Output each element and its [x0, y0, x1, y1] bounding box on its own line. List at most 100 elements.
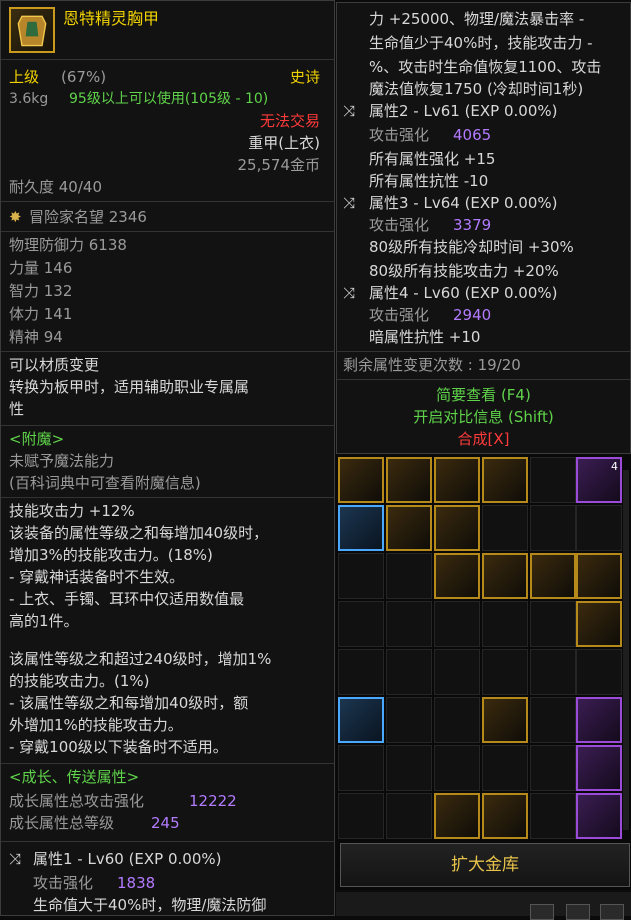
- shuffle-icon: ⤨: [9, 850, 22, 868]
- inventory-slot-item[interactable]: [576, 601, 622, 647]
- remaining-changes: 剩余属性变更次数 : 19/20: [343, 356, 521, 374]
- compare-line: 生命值少于40%时，技能攻击力 -: [369, 34, 593, 52]
- attr3-atk-value: 3379: [453, 216, 492, 234]
- inventory-slot-empty[interactable]: [530, 697, 576, 743]
- inventory-slot-item[interactable]: [434, 457, 480, 503]
- inventory-slot-empty[interactable]: [482, 505, 528, 551]
- compare-line: 力 +25000、物理/魔法暴击率 -: [369, 10, 585, 28]
- item-grade: 上级: [9, 68, 40, 86]
- inventory-slot-item[interactable]: [482, 793, 528, 839]
- shuffle-icon: ⤨: [343, 102, 356, 120]
- shuffle-icon: ⤨: [343, 194, 356, 212]
- inventory-slot-empty[interactable]: [530, 649, 576, 695]
- attr1-atk-value: 1838: [117, 874, 156, 892]
- inventory-slot-empty[interactable]: [338, 745, 384, 791]
- inventory-slot-item[interactable]: [482, 553, 528, 599]
- inventory-slot-item[interactable]: [576, 793, 622, 839]
- attr2-atk-label: 攻击强化: [369, 126, 430, 144]
- inventory-slot-empty[interactable]: [338, 649, 384, 695]
- inventory-slot-item[interactable]: [338, 505, 384, 551]
- search-icon[interactable]: [530, 904, 554, 920]
- item-chest-armor-icon: [9, 7, 55, 53]
- inventory-slot-item[interactable]: [530, 553, 576, 599]
- inventory-slot-empty[interactable]: [338, 553, 384, 599]
- inventory-slot-empty[interactable]: [530, 745, 576, 791]
- attr3-extra: 80级所有技能攻击力 +20%: [369, 262, 559, 280]
- growth-total-label: 成长属性总攻击强化: [9, 792, 145, 810]
- compare-line: 魔法值恢复1750 (冷却时间1秒): [369, 80, 584, 98]
- shuffle-icon: ⤨: [343, 284, 356, 302]
- inventory-slot-empty[interactable]: [530, 457, 576, 503]
- inventory-slot-empty[interactable]: [386, 649, 432, 695]
- expand-vault-button[interactable]: 扩大金库: [340, 843, 630, 887]
- attr1-desc: 生命值大于40%时，物理/魔法防御: [33, 896, 267, 914]
- inventory-slot-empty[interactable]: [434, 601, 480, 647]
- skill-desc-line: 外增加1%的技能攻击力。: [9, 716, 183, 734]
- inventory-slot-empty[interactable]: [482, 601, 528, 647]
- inventory-slot-empty[interactable]: [434, 745, 480, 791]
- inventory-slot-empty[interactable]: [338, 601, 384, 647]
- item-grade-percent: (67%): [61, 68, 107, 86]
- stat-vitality: 体力 141: [9, 305, 73, 323]
- close-icon[interactable]: [600, 904, 624, 920]
- inventory-slot-item[interactable]: [386, 457, 432, 503]
- item-durability: 耐久度 40/40: [9, 178, 102, 196]
- material-change-desc-2: 性: [9, 400, 25, 418]
- compare-line: %、攻击时生命值恢复1100、攻击: [369, 58, 602, 76]
- inventory-slot-item[interactable]: [434, 505, 480, 551]
- inventory-slot-empty[interactable]: [482, 745, 528, 791]
- inventory-slot-item[interactable]: [338, 457, 384, 503]
- inventory-slot-empty[interactable]: [386, 697, 432, 743]
- stat-spirit: 精神 94: [9, 328, 63, 346]
- material-change: 可以材质变更: [9, 356, 100, 374]
- inventory-slot-item[interactable]: [576, 745, 622, 791]
- inventory-slot-item[interactable]: [434, 553, 480, 599]
- inventory-slot-item[interactable]: [576, 553, 622, 599]
- inventory-slot-empty[interactable]: [386, 793, 432, 839]
- attr4-atk-label: 攻击强化: [369, 306, 430, 324]
- item-price: 25,574金币: [237, 156, 321, 174]
- adventure-fame-icon: ✸: [9, 208, 22, 226]
- inventory-slot-item[interactable]: [434, 793, 480, 839]
- item-weight: 3.6kg: [9, 91, 49, 107]
- attr2-extra: 所有属性抗性 -10: [369, 172, 489, 190]
- inventory-slot-item[interactable]: [576, 697, 622, 743]
- inventory-slot-item[interactable]: 4: [576, 457, 622, 503]
- inventory-slot-empty[interactable]: [482, 649, 528, 695]
- open-compare-link[interactable]: 开启对比信息 (Shift): [337, 407, 630, 427]
- enchant-hint: (百科词典中可查看附魔信息): [9, 474, 201, 492]
- inventory-slot-item[interactable]: [482, 697, 528, 743]
- gear-icon[interactable]: [566, 904, 590, 920]
- inventory-slot-empty[interactable]: [386, 601, 432, 647]
- inventory-slot-empty[interactable]: [530, 601, 576, 647]
- attr4-extra: 暗属性抗性 +10: [369, 328, 481, 346]
- inventory-slot-empty[interactable]: [386, 553, 432, 599]
- growth-level-label: 成长属性总等级: [9, 814, 115, 832]
- inventory-slot-empty[interactable]: [338, 793, 384, 839]
- brief-view-link[interactable]: 简要查看 (F4): [337, 385, 630, 405]
- compare-tooltip-panel: 力 +25000、物理/魔法暴击率 - 生命值少于40%时，技能攻击力 - %、…: [336, 2, 631, 454]
- growth-level-value: 245: [151, 814, 180, 832]
- skill-desc-line: 增加3%的技能攻击力。(18%): [9, 546, 213, 564]
- inventory-slot-item[interactable]: [482, 457, 528, 503]
- item-rarity: 史诗: [289, 68, 320, 86]
- synthesize-link[interactable]: 合成[X]: [337, 429, 630, 449]
- inventory-slot-item[interactable]: [338, 697, 384, 743]
- inventory-scrollbar[interactable]: [623, 470, 629, 830]
- stat-intelligence: 智力 132: [9, 282, 73, 300]
- inventory-slot-empty[interactable]: [434, 697, 480, 743]
- stat-physical-defense: 物理防御力 6138: [9, 236, 127, 254]
- growth-title: <成长、传送属性>: [9, 768, 140, 786]
- inventory-slot-empty[interactable]: [434, 649, 480, 695]
- inventory-slot-item[interactable]: [386, 505, 432, 551]
- adventure-fame: 冒险家名望 2346: [29, 208, 147, 226]
- inventory-slot-empty[interactable]: [386, 745, 432, 791]
- item-level-requirement: 95级以上可以使用(105级 - 10): [69, 91, 269, 107]
- attr2-title: 属性2 - Lv61 (EXP 0.00%): [369, 102, 558, 120]
- inventory-slot-empty[interactable]: [576, 649, 622, 695]
- inventory-slot-empty[interactable]: [530, 505, 576, 551]
- item-name: 恩特精灵胸甲: [63, 9, 160, 28]
- inventory-slot-empty[interactable]: [530, 793, 576, 839]
- material-change-desc: 转换为板甲时，适用辅助职业专属属: [9, 378, 250, 396]
- inventory-slot-empty[interactable]: [576, 505, 622, 551]
